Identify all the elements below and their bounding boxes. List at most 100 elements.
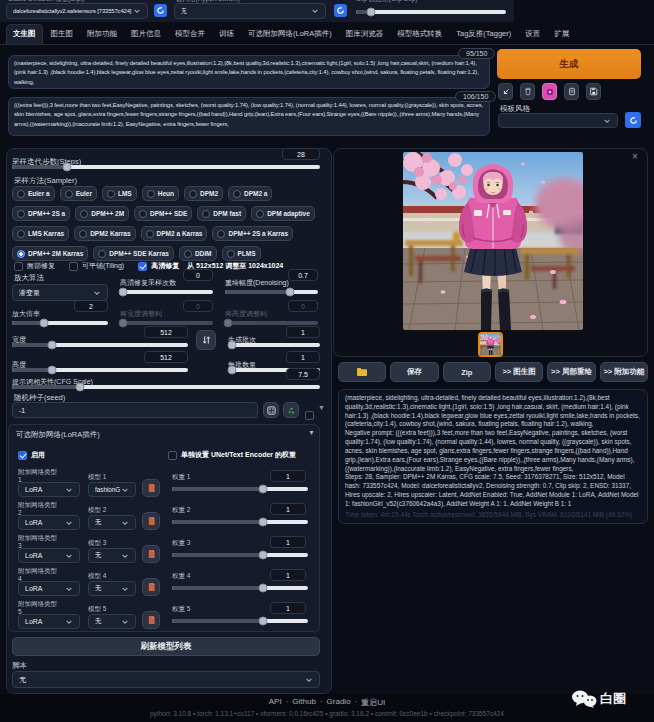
lora-weight-slider[interactable] — [172, 619, 308, 623]
footer-link-1[interactable]: API — [269, 697, 282, 708]
lora-weight-slider[interactable] — [172, 520, 308, 524]
sampler-option[interactable]: DPM2 a — [228, 186, 272, 201]
resize-w-slider[interactable] — [120, 321, 213, 325]
hires-steps-slider[interactable] — [120, 290, 213, 294]
upscale-by-slider[interactable] — [12, 321, 108, 325]
sampler-option[interactable]: DPM2 — [184, 186, 223, 201]
clear-prompt-button[interactable] — [520, 83, 535, 100]
tab-1[interactable]: 文生图 — [6, 24, 43, 44]
tab-2[interactable]: 图生图 — [45, 25, 80, 44]
lora-collapse-arrow[interactable]: ▼ — [308, 429, 315, 436]
lora-model-dropdown[interactable]: 无 — [88, 515, 136, 530]
tiling-checkbox[interactable] — [69, 262, 78, 271]
seed-input[interactable]: -1 — [12, 402, 258, 418]
lora-weight-slider[interactable] — [172, 586, 308, 590]
styles-dropdown[interactable] — [498, 113, 618, 128]
reuse-seed-button[interactable] — [283, 402, 299, 418]
cfg-value[interactable]: 7.5 — [286, 368, 320, 380]
sampler-option[interactable]: LMS — [102, 186, 137, 201]
tab-3[interactable]: 附加功能 — [81, 25, 123, 44]
lora-enable-checkbox[interactable] — [18, 451, 27, 460]
lora-weight-value[interactable]: 1 — [270, 503, 306, 515]
prompt-input[interactable]: (masterpiece, sidelighting, ultra-detail… — [8, 55, 490, 89]
sampler-option[interactable]: Euler — [60, 186, 97, 201]
script-dropdown[interactable]: 无 — [12, 671, 320, 688]
clip-skip-slider[interactable] — [356, 10, 506, 14]
sampler-option[interactable]: DPM2 Karras — [74, 226, 135, 241]
footer-link-2[interactable]: Github — [292, 697, 316, 708]
tab-4[interactable]: 图片信息 — [125, 25, 167, 44]
extra-networks-button[interactable] — [542, 83, 557, 100]
sampler-option[interactable]: DPM adaptive — [251, 206, 315, 221]
batch-size-value[interactable]: 1 — [286, 351, 320, 363]
close-gallery-icon[interactable]: × — [632, 151, 638, 162]
batch-count-value[interactable]: 1 — [286, 326, 320, 338]
restore-faces-checkbox[interactable] — [14, 262, 23, 271]
lora-model-info-button[interactable] — [142, 578, 160, 596]
sampler-option[interactable]: DDIM — [179, 246, 217, 261]
gallery-thumbnail[interactable] — [478, 332, 503, 357]
sampler-option[interactable]: DPM++ SDE Karras — [93, 246, 174, 261]
sampler-option[interactable]: LMS Karras — [12, 226, 69, 241]
lora-model-dropdown[interactable]: 无 — [88, 581, 136, 596]
upscaler-dropdown[interactable]: 潜变量 — [12, 284, 108, 301]
tab-11[interactable]: 设置 — [519, 25, 546, 44]
open-folder-button[interactable] — [338, 362, 386, 382]
refresh-styles-button[interactable] — [625, 112, 641, 128]
tab-7[interactable]: 可选附加网络(LoRA插件) — [242, 25, 338, 44]
denoising-value[interactable]: 0.7 — [288, 269, 318, 281]
lora-separate-checkbox[interactable] — [168, 451, 177, 460]
lora-type-dropdown[interactable]: LoRA — [18, 581, 80, 596]
steps-slider[interactable] — [12, 165, 320, 169]
lora-type-dropdown[interactable]: LoRA — [18, 482, 80, 497]
tab-12[interactable]: 扩展 — [548, 25, 575, 44]
lora-weight-slider[interactable] — [172, 553, 308, 557]
sampler-option[interactable]: DPM++ SDE — [134, 206, 192, 221]
footer-link-3[interactable]: Gradio — [327, 697, 351, 708]
refresh-models-button[interactable]: 刷新模型列表 — [12, 637, 320, 656]
width-slider[interactable] — [12, 343, 188, 347]
gallery-button-4[interactable]: >> 局部重绘 — [547, 362, 595, 382]
cfg-slider[interactable] — [12, 385, 320, 389]
generated-image[interactable] — [403, 152, 583, 330]
lora-model-dropdown[interactable]: fashionG — [88, 482, 136, 497]
sampler-option[interactable]: DPM2 a Karras — [141, 226, 208, 241]
negative-prompt-input[interactable]: (((extra feet))),3 feet,more than two fe… — [8, 97, 490, 136]
sampler-option[interactable]: Euler a — [12, 186, 55, 201]
hires-checkbox[interactable] — [138, 262, 147, 271]
sampler-option[interactable]: DPM fast — [197, 206, 246, 221]
refresh-checkpoint-button[interactable] — [154, 4, 167, 17]
resize-h-slider[interactable] — [225, 321, 318, 325]
sampler-option[interactable]: DPM++ 2M — [75, 206, 129, 221]
seed-collapse-arrow[interactable]: ▼ — [318, 404, 325, 411]
tab-10[interactable]: Tag反推(Tagger) — [450, 25, 517, 44]
apply-style-button[interactable] — [564, 83, 579, 100]
random-seed-button[interactable] — [263, 402, 279, 418]
lora-type-dropdown[interactable]: LoRA — [18, 614, 80, 629]
tab-5[interactable]: 模型合并 — [169, 25, 211, 44]
footer-link-4[interactable]: 重启UI — [361, 697, 385, 708]
gallery-button-2[interactable]: Zip — [443, 362, 491, 382]
resize-w-value[interactable]: 0 — [183, 300, 213, 312]
resize-h-value[interactable]: 0 — [288, 300, 318, 312]
lora-type-dropdown[interactable]: LoRA — [18, 548, 80, 563]
lora-model-dropdown[interactable]: 无 — [88, 548, 136, 563]
lora-weight-slider[interactable] — [172, 487, 308, 491]
lora-weight-value[interactable]: 1 — [270, 536, 306, 548]
lora-model-dropdown[interactable]: 无 — [88, 614, 136, 629]
extra-seed-checkbox[interactable] — [305, 411, 314, 420]
tab-6[interactable]: 训练 — [213, 25, 240, 44]
height-value[interactable]: 512 — [144, 351, 188, 363]
sampler-option[interactable]: PLMS — [222, 246, 261, 261]
gallery-button-5[interactable]: >> 附加功能 — [600, 362, 648, 382]
upscale-by-value[interactable]: 2 — [74, 300, 108, 312]
sampler-option[interactable]: DPM++ 2M Karras — [12, 246, 88, 261]
gallery-button-3[interactable]: >> 图生图 — [495, 362, 543, 382]
sampler-option[interactable]: Heun — [142, 186, 179, 201]
lora-model-info-button[interactable] — [142, 611, 160, 629]
sampler-option[interactable]: DPM++ 2S a — [12, 206, 70, 221]
generate-button[interactable]: 生成 — [497, 49, 641, 79]
save-style-button[interactable] — [586, 83, 601, 100]
gallery-button-1[interactable]: 保存 — [390, 362, 438, 382]
sampler-option[interactable]: DPM++ 2S a Karras — [212, 226, 293, 241]
